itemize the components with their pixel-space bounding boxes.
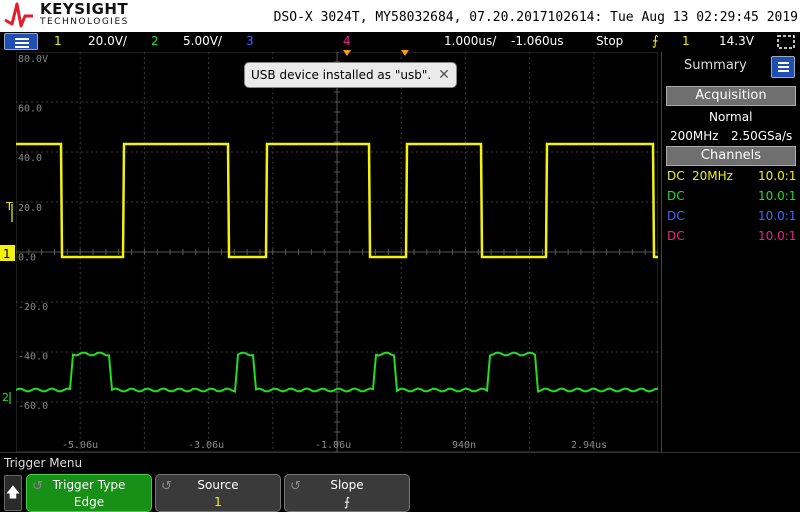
voltage-label: 40.0 [18,153,42,164]
grid-lines [16,52,658,452]
time-delay[interactable]: -1.060us [511,34,564,48]
time-labels: -5.06u -3.06u -1.06u 940n 2.94us [62,440,607,451]
header-bar: KEYSIGHT TECHNOLOGIES DSO-X 3024T, MY580… [0,0,800,32]
channel-coupling: DC [667,169,685,183]
channel-coupling: DC [667,189,685,203]
menu-bar-icon [15,46,29,48]
panel-menu-icon[interactable] [771,56,795,78]
channel-probe-ratio: 10.0:1 [758,229,797,243]
voltage-label: -60.0 [18,401,48,412]
trigger-menu: Trigger Menu 🡅 ↺ Trigger Type Edge ↺ Sou… [0,452,800,512]
time-label: -3.06u [188,440,224,451]
main-menu-button[interactable] [4,33,38,50]
voltage-label: 20.0 [18,203,42,214]
ch2-marker-label[interactable]: 2 [2,391,9,404]
trigger-source: 1 [682,34,690,48]
acquisition-sample-rate: 2.50GSa/s [731,129,793,143]
slope-rising-icon: ⨍ [343,495,351,509]
ch2-scale[interactable]: 5.00V/ [183,34,222,48]
channel-bw-limit: 20MHz [692,169,733,183]
keysight-logo-icon [4,2,33,28]
notification-text: USB device installed as "usb". [251,68,432,82]
usb-notification: USB device installed as "usb". ✕ [244,62,457,88]
screenshot-icon[interactable] [776,34,796,50]
ch1-scale[interactable]: 20.0V/ [88,34,127,48]
menu-up-icon[interactable]: 🡅 [4,475,22,511]
softkey-label: Source [197,478,239,492]
ch4-label[interactable]: 4 [343,34,351,48]
timebase-scale[interactable]: 1.000us/ [444,34,496,48]
instrument-info: DSO-X 3024T, MY58032684, 07.20.201710261… [273,10,798,25]
channel-probe-ratio: 10.0:1 [758,169,797,183]
softkey-label: Slope [330,478,364,492]
ch1-label[interactable]: 1 [54,34,62,48]
summary-panel: Summary Acquisition Normal 200MHz 2.50GS… [661,52,800,452]
channel-probe-ratio: 10.0:1 [758,189,797,203]
channels-header[interactable]: Channels [666,146,796,166]
voltage-label: -40.0 [18,352,48,363]
channel-probe-ratio: 10.0:1 [758,209,797,223]
time-label: -1.06u [315,440,351,451]
left-marker-strip: T 1 2 [0,200,15,404]
softkey-value: 1 [214,495,222,509]
delay-marker-icon[interactable] [343,50,351,56]
waveform-display[interactable]: 80.0V 60.0 40.0 20.0 0.0 -20.0 -40.0 -60.0 -5.0… [16,52,658,452]
voltage-label: -20.0 [18,302,48,313]
summary-tab[interactable]: Summary [666,55,766,77]
acquisition-header[interactable]: Acquisition [666,86,796,106]
softkey-label: Trigger Type [52,478,126,492]
trigger-type-softkey[interactable]: ↺ Trigger Type Edge [26,474,152,512]
ch2-label[interactable]: 2 [151,34,159,48]
voltage-label: 60.0 [18,104,42,115]
trigger-level: 14.3V [719,34,754,48]
channel-coupling: DC [667,229,685,243]
voltage-label: 0.0 [18,252,36,263]
acquisition-bandwidth: 200MHz [670,129,719,143]
status-bar: 1 20.0V/ 2 5.00V/ 3 4 1.000us/ -1.060us … [0,32,800,52]
voltage-labels: 80.0V60.040.020.00.0-20.0-40.0-60.0 [18,54,48,412]
ch3-label[interactable]: 3 [246,34,254,48]
trigger-menu-title: Trigger Menu [4,456,83,470]
trigger-position-icon[interactable] [401,50,409,56]
trigger-slope-icon: ⨍ [652,34,659,49]
run-state: Stop [596,34,624,48]
acquisition-mode: Normal [709,110,753,124]
menu-bar-icon [15,38,29,40]
channel-coupling: DC [667,209,685,223]
source-softkey[interactable]: ↺ Source 1 [155,474,281,512]
softkey-value: Edge [73,495,105,509]
brand-name: KEYSIGHT [40,0,129,18]
time-label: 940n [452,440,476,451]
time-label: -5.06u [62,440,98,451]
close-icon[interactable]: ✕ [435,66,453,84]
menu-bar-icon [15,42,29,44]
time-label: 2.94us [571,440,607,451]
brand-subtitle: TECHNOLOGIES [40,17,129,27]
slope-softkey[interactable]: ↺ Slope ⨍ [284,474,410,512]
graticule-canvas: 80.0V60.040.020.00.0-20.0-40.0-60.0 -5.0… [16,52,658,452]
ch1-marker-label: 1 [3,247,11,261]
